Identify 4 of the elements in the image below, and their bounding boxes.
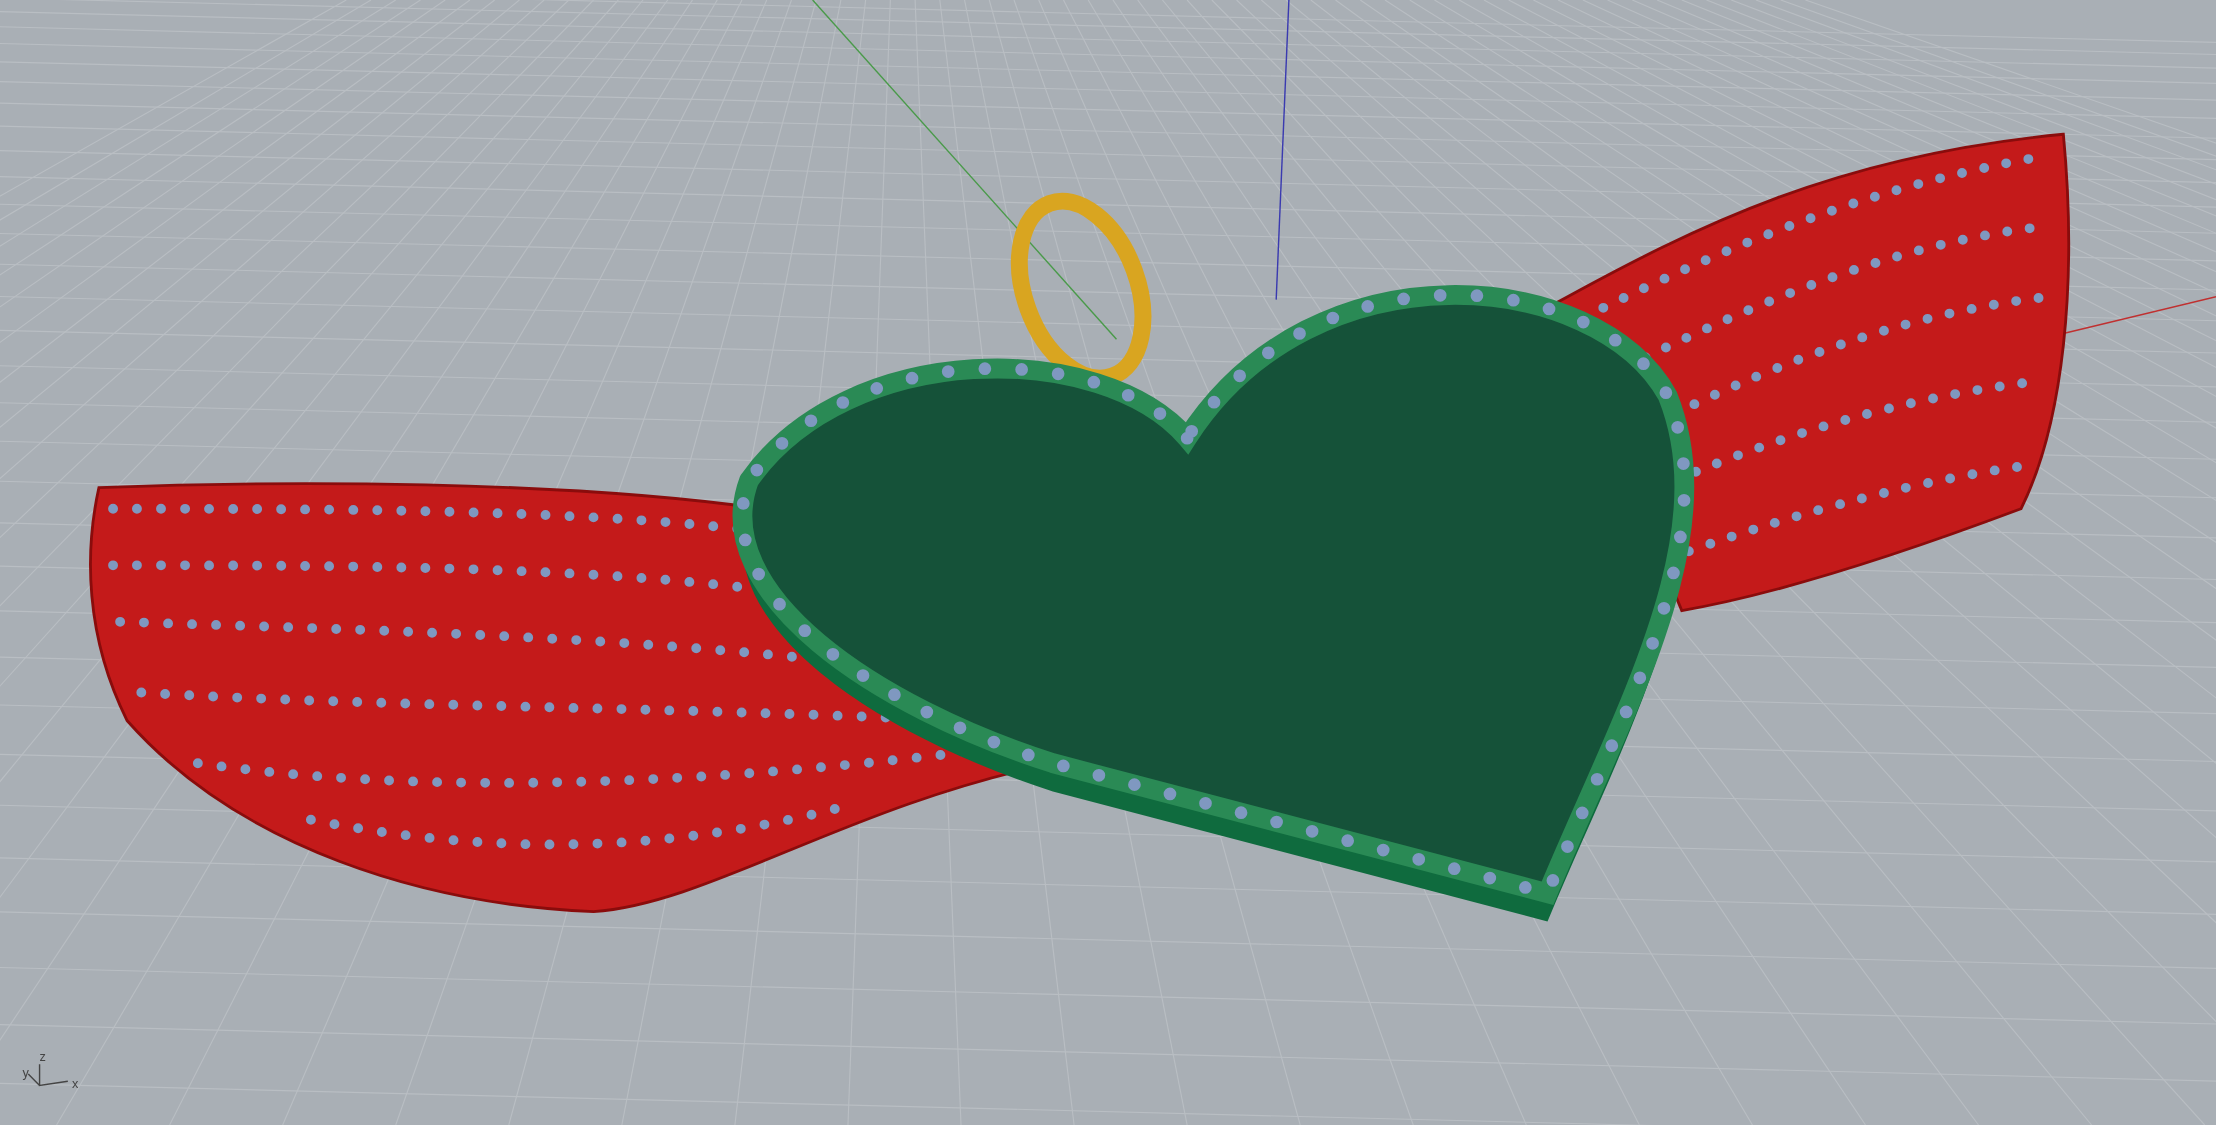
axis-label: z [39, 1049, 46, 1065]
axis-label: x [72, 1076, 79, 1092]
axis-label: y [22, 1064, 29, 1080]
axis-gizmo-icon [27, 1063, 69, 1087]
